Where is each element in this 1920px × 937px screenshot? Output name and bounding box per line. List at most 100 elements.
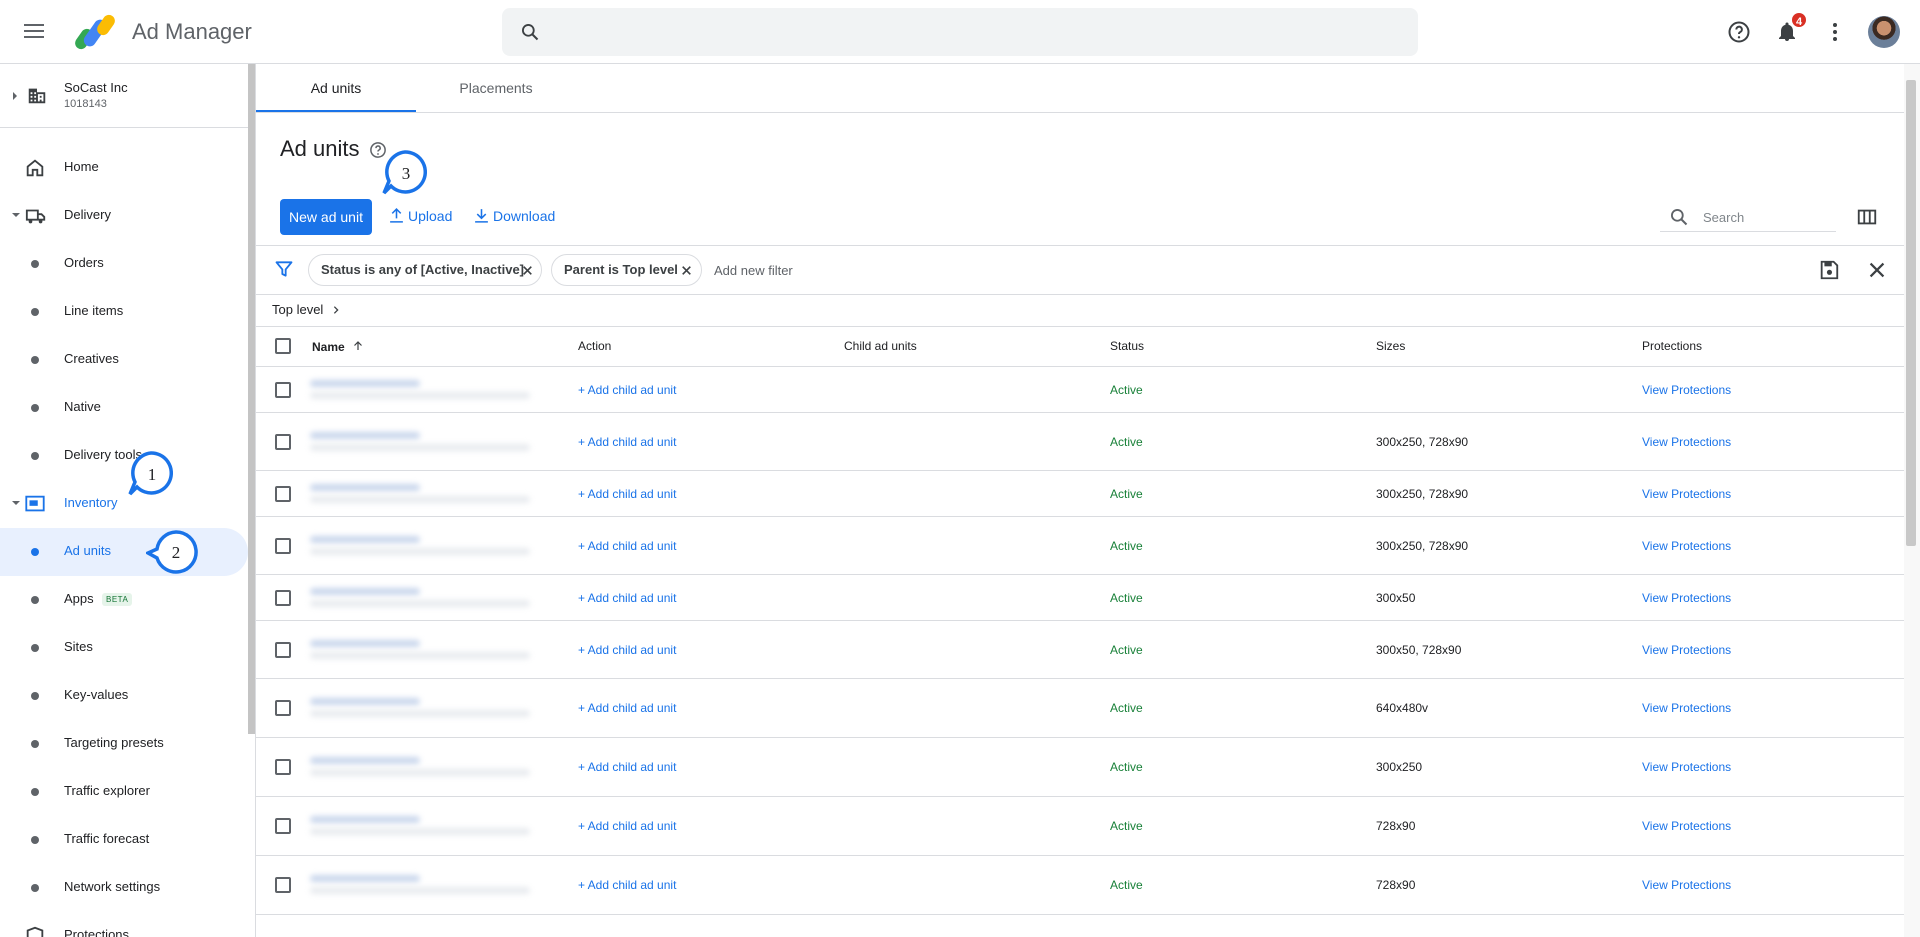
nav-key-values[interactable]: Key-values bbox=[0, 672, 248, 720]
column-name[interactable]: Name bbox=[312, 340, 364, 354]
menu-icon[interactable] bbox=[22, 20, 46, 44]
top-app-bar: Ad Manager 4 bbox=[0, 0, 1920, 64]
add-child-ad-unit-link[interactable]: + Add child ad unit bbox=[578, 435, 676, 449]
download-icon bbox=[475, 209, 488, 223]
app-title: Ad Manager bbox=[132, 19, 252, 44]
ad-unit-name-redacted bbox=[310, 375, 550, 405]
sizes-value: 300x250, 728x90 bbox=[1376, 435, 1469, 449]
nav-line-items-label: Line items bbox=[64, 303, 124, 318]
sidebar-scrollbar[interactable] bbox=[248, 64, 255, 734]
building-icon bbox=[28, 88, 46, 104]
row-checkbox[interactable] bbox=[275, 538, 291, 554]
help-icon[interactable] bbox=[1727, 20, 1751, 44]
sizes-value: 640x480v bbox=[1376, 701, 1429, 715]
chevron-right-icon bbox=[333, 306, 339, 314]
nav-traffic-forecast[interactable]: Traffic forecast bbox=[0, 816, 248, 864]
upload-button[interactable]: Upload bbox=[388, 207, 452, 224]
nav-delivery-tools[interactable]: Delivery tools bbox=[0, 432, 248, 480]
more-vert-icon[interactable] bbox=[1823, 20, 1847, 44]
view-protections-link[interactable]: View Protections bbox=[1642, 701, 1731, 715]
filter-icon[interactable] bbox=[274, 259, 294, 279]
close-icon[interactable] bbox=[680, 264, 693, 277]
add-child-ad-unit-link[interactable]: + Add child ad unit bbox=[578, 539, 676, 553]
nav-traffic-explorer[interactable]: Traffic explorer bbox=[0, 768, 248, 816]
add-child-ad-unit-link[interactable]: + Add child ad unit bbox=[578, 878, 676, 892]
beta-badge: BETA bbox=[102, 593, 133, 606]
network-selector[interactable]: SoCast Inc 1018143 bbox=[0, 64, 248, 128]
nav-network-settings[interactable]: Network settings bbox=[0, 864, 248, 912]
columns-icon[interactable] bbox=[1856, 206, 1878, 228]
nav-apps[interactable]: Apps BETA bbox=[0, 576, 248, 624]
column-sizes[interactable]: Sizes bbox=[1376, 339, 1405, 353]
select-all-checkbox[interactable] bbox=[275, 338, 291, 354]
add-child-ad-unit-link[interactable]: + Add child ad unit bbox=[578, 760, 676, 774]
nav-home[interactable]: Home bbox=[0, 144, 248, 192]
status-value: Active bbox=[1110, 539, 1143, 553]
view-protections-link[interactable]: View Protections bbox=[1642, 760, 1731, 774]
close-icon[interactable] bbox=[521, 264, 534, 277]
nav-home-label: Home bbox=[64, 159, 99, 174]
nav-creatives[interactable]: Creatives bbox=[0, 336, 248, 384]
filter-chip-parent[interactable]: Parent is Top level bbox=[551, 254, 702, 286]
nav-delivery[interactable]: Delivery bbox=[0, 192, 248, 240]
bullet-icon bbox=[31, 596, 39, 604]
download-button[interactable]: Download bbox=[473, 207, 555, 224]
tab-ad-units[interactable]: Ad units bbox=[256, 64, 416, 112]
nav-inventory[interactable]: Inventory bbox=[0, 480, 248, 528]
add-child-ad-unit-link[interactable]: + Add child ad unit bbox=[578, 819, 676, 833]
nav-native[interactable]: Native bbox=[0, 384, 248, 432]
caret-down-icon bbox=[12, 501, 20, 505]
view-protections-link[interactable]: View Protections bbox=[1642, 591, 1731, 605]
nav-line-items[interactable]: Line items bbox=[0, 288, 248, 336]
row-checkbox[interactable] bbox=[275, 877, 291, 893]
add-child-ad-unit-link[interactable]: + Add child ad unit bbox=[578, 487, 676, 501]
nav-targeting-presets[interactable]: Targeting presets bbox=[0, 720, 248, 768]
status-value: Active bbox=[1110, 819, 1143, 833]
callout-3: 3 bbox=[382, 150, 428, 196]
column-child-ad-units[interactable]: Child ad units bbox=[844, 339, 917, 353]
add-child-ad-unit-link[interactable]: + Add child ad unit bbox=[578, 383, 676, 397]
view-protections-link[interactable]: View Protections bbox=[1642, 383, 1731, 397]
bullet-icon bbox=[31, 452, 39, 460]
breadcrumb[interactable]: Top level bbox=[272, 302, 323, 317]
row-checkbox[interactable] bbox=[275, 818, 291, 834]
ad-unit-name-redacted bbox=[310, 531, 550, 561]
table-search-input[interactable]: Search bbox=[1660, 202, 1836, 232]
row-checkbox[interactable] bbox=[275, 700, 291, 716]
sizes-value: 300x250 bbox=[1376, 760, 1423, 774]
view-protections-link[interactable]: View Protections bbox=[1642, 539, 1731, 553]
row-checkbox[interactable] bbox=[275, 434, 291, 450]
bullet-icon bbox=[31, 644, 39, 652]
view-protections-link[interactable]: View Protections bbox=[1642, 643, 1731, 657]
add-child-ad-unit-link[interactable]: + Add child ad unit bbox=[578, 643, 676, 657]
nav-ad-units[interactable]: Ad units bbox=[0, 528, 248, 576]
nav-traffic-forecast-label: Traffic forecast bbox=[64, 831, 150, 846]
row-checkbox[interactable] bbox=[275, 486, 291, 502]
nav-protections[interactable]: Protections bbox=[0, 912, 248, 937]
view-protections-link[interactable]: View Protections bbox=[1642, 487, 1731, 501]
new-ad-unit-button[interactable]: New ad unit bbox=[280, 199, 372, 235]
column-status[interactable]: Status bbox=[1110, 339, 1144, 353]
row-checkbox[interactable] bbox=[275, 590, 291, 606]
home-icon bbox=[26, 159, 44, 177]
save-icon[interactable] bbox=[1818, 259, 1840, 281]
view-protections-link[interactable]: View Protections bbox=[1642, 819, 1731, 833]
close-filters-icon[interactable] bbox=[1866, 259, 1888, 281]
tab-placements[interactable]: Placements bbox=[416, 64, 576, 112]
ad-unit-name-redacted bbox=[310, 427, 550, 457]
add-child-ad-unit-link[interactable]: + Add child ad unit bbox=[578, 701, 676, 715]
view-protections-link[interactable]: View Protections bbox=[1642, 435, 1731, 449]
add-filter-input[interactable]: Add new filter bbox=[714, 263, 793, 278]
status-value: Active bbox=[1110, 760, 1143, 774]
filter-chip-status[interactable]: Status is any of [Active, Inactive] bbox=[308, 254, 542, 286]
nav-sites[interactable]: Sites bbox=[0, 624, 248, 672]
row-checkbox[interactable] bbox=[275, 642, 291, 658]
view-protections-link[interactable]: View Protections bbox=[1642, 878, 1731, 892]
row-checkbox[interactable] bbox=[275, 382, 291, 398]
row-checkbox[interactable] bbox=[275, 759, 291, 775]
global-search-input[interactable] bbox=[502, 8, 1418, 56]
main-scrollbar[interactable] bbox=[1906, 80, 1916, 546]
add-child-ad-unit-link[interactable]: + Add child ad unit bbox=[578, 591, 676, 605]
avatar[interactable] bbox=[1868, 16, 1900, 48]
nav-orders[interactable]: Orders bbox=[0, 240, 248, 288]
